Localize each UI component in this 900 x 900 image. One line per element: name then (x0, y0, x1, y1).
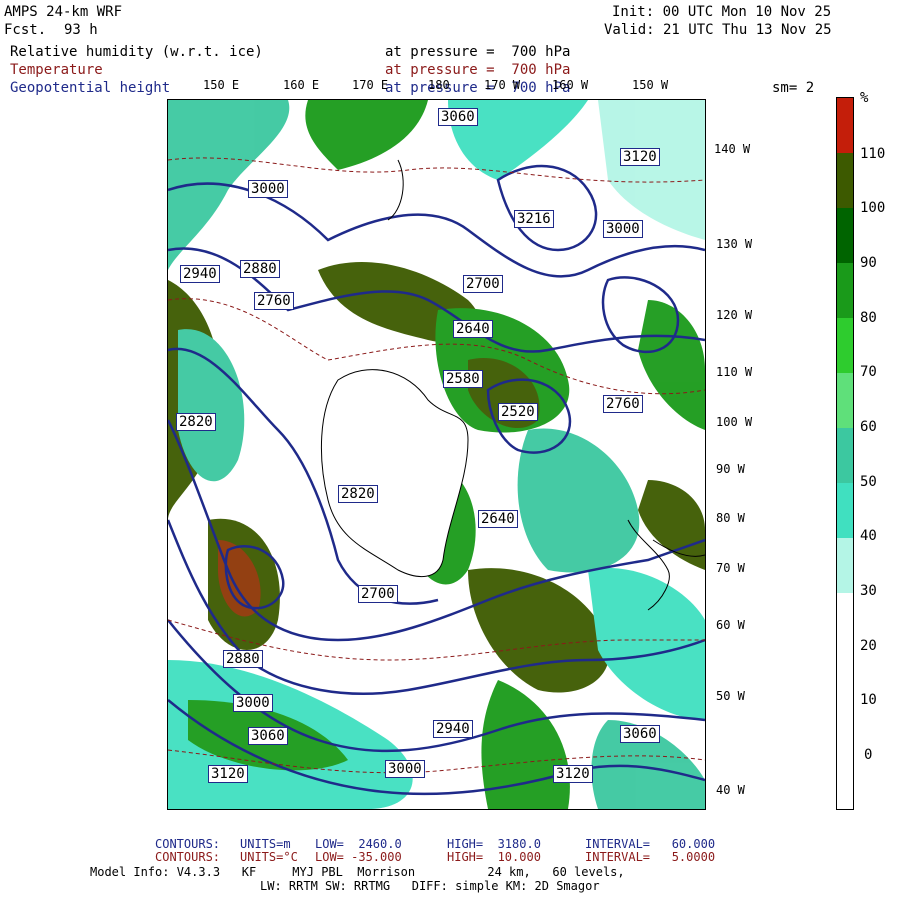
footer-temp-units: UNITS=°C (240, 850, 298, 864)
height-label: 3216 (514, 210, 554, 228)
lon-label-right: 100 W (716, 415, 753, 429)
weather-map: 3060 3120 3000 2940 2880 3216 2760 2700 … (166, 99, 706, 810)
lon-label-top: 170 W (484, 78, 521, 92)
colorbar-label: 40 (860, 528, 877, 544)
colorbar-label: 0 (864, 747, 873, 763)
colorbar-unit: % (860, 90, 869, 106)
colorbar-segment (837, 373, 853, 428)
height-label: 2820 (338, 485, 378, 503)
lon-label-top: 180 (428, 78, 450, 92)
height-label: 2940 (180, 265, 220, 283)
height-label: 3120 (553, 765, 593, 783)
height-label: 2640 (453, 320, 493, 338)
lon-label-right: 70 W (716, 561, 745, 575)
colorbar-segment (837, 593, 853, 809)
colorbar-label: 70 (860, 364, 877, 380)
height-label: 2880 (240, 260, 280, 278)
lon-label-right: 40 W (716, 783, 745, 797)
footer-temp-interval: INTERVAL= 5.0000 (585, 850, 716, 864)
height-label: 2880 (223, 650, 263, 668)
field-temp-level: at pressure = 700 hPa (385, 62, 571, 78)
height-label: 3000 (233, 694, 273, 712)
height-label: 3000 (603, 220, 643, 238)
lon-label-top: 150 W (632, 78, 669, 92)
field-rh-level: at pressure = 700 hPa (385, 44, 571, 60)
footer-temp-prefix: CONTOURS: (155, 850, 221, 864)
height-label: 2820 (176, 413, 216, 431)
colorbar-segment (837, 483, 853, 538)
lon-label-right: 60 W (716, 618, 745, 632)
lon-label-right: 110 W (716, 365, 753, 379)
fcst-value: 93 h (64, 22, 98, 38)
colorbar-segment (837, 263, 853, 318)
colorbar-segment (837, 538, 853, 593)
footer-temp-high: HIGH= 10.000 (447, 850, 541, 864)
height-label: 3060 (620, 725, 660, 743)
footer-model-info: Model Info: V4.3.3 KF MYJ PBL Morrison 2… (90, 865, 625, 879)
height-label: 3120 (208, 765, 248, 783)
field-rh-name: Relative humidity (w.r.t. ice) (10, 44, 263, 60)
init-time: Init: 00 UTC Mon 10 Nov 25 (612, 4, 832, 20)
lon-label-right: 120 W (716, 308, 753, 322)
lon-label-right: 90 W (716, 462, 745, 476)
model-title: AMPS 24-km WRF (4, 4, 123, 20)
valid-time: Valid: 21 UTC Thu 13 Nov 25 (604, 22, 832, 38)
field-temp-name: Temperature (10, 62, 103, 78)
colorbar-segment (837, 208, 853, 263)
lon-label-top: 170 E (352, 78, 389, 92)
height-label: 2760 (603, 395, 643, 413)
footer-physics-info: LW: RRTM SW: RRTMG DIFF: simple KM: 2D S… (260, 879, 600, 893)
height-label: 3000 (385, 760, 425, 778)
height-label: 2760 (254, 292, 294, 310)
colorbar-label: 90 (860, 255, 877, 271)
colorbar-label: 30 (860, 583, 877, 599)
colorbar-segment (837, 153, 853, 208)
smoothing-label: sm= 2 (772, 80, 815, 96)
colorbar-label: 50 (860, 474, 877, 490)
height-label: 2580 (443, 370, 483, 388)
colorbar-label: 80 (860, 310, 877, 326)
height-label: 2700 (463, 275, 503, 293)
height-label: 3120 (620, 148, 660, 166)
height-label: 2640 (478, 510, 518, 528)
colorbar-label: 10 (860, 692, 877, 708)
height-label: 3000 (248, 180, 288, 198)
colorbar-label: 100 (860, 200, 886, 216)
colorbar-label: 110 (860, 146, 886, 162)
lon-label-right: 50 W (716, 689, 745, 703)
height-label: 2940 (433, 720, 473, 738)
lon-label-top: 150 E (203, 78, 240, 92)
field-gph-level: at pressure = 700 hPa (385, 80, 571, 96)
footer-temp-low: LOW= -35.000 (315, 850, 402, 864)
lon-label-right: 80 W (716, 511, 745, 525)
lon-label-right: 140 W (714, 142, 751, 156)
colorbar-segment (837, 318, 853, 373)
colorbar (836, 97, 854, 810)
lon-label-right: 130 W (716, 237, 753, 251)
height-label: 2520 (498, 403, 538, 421)
colorbar-label: 60 (860, 419, 877, 435)
colorbar-segment (837, 428, 853, 483)
colorbar-label: 20 (860, 638, 877, 654)
height-label: 2700 (358, 585, 398, 603)
fcst-label: Fcst. (4, 22, 47, 38)
height-label: 3060 (248, 727, 288, 745)
height-label: 3060 (438, 108, 478, 126)
lon-label-top: 160 W (552, 78, 589, 92)
lon-label-top: 160 E (283, 78, 320, 92)
field-gph-name: Geopotential height (10, 80, 171, 96)
colorbar-segment (837, 98, 853, 153)
